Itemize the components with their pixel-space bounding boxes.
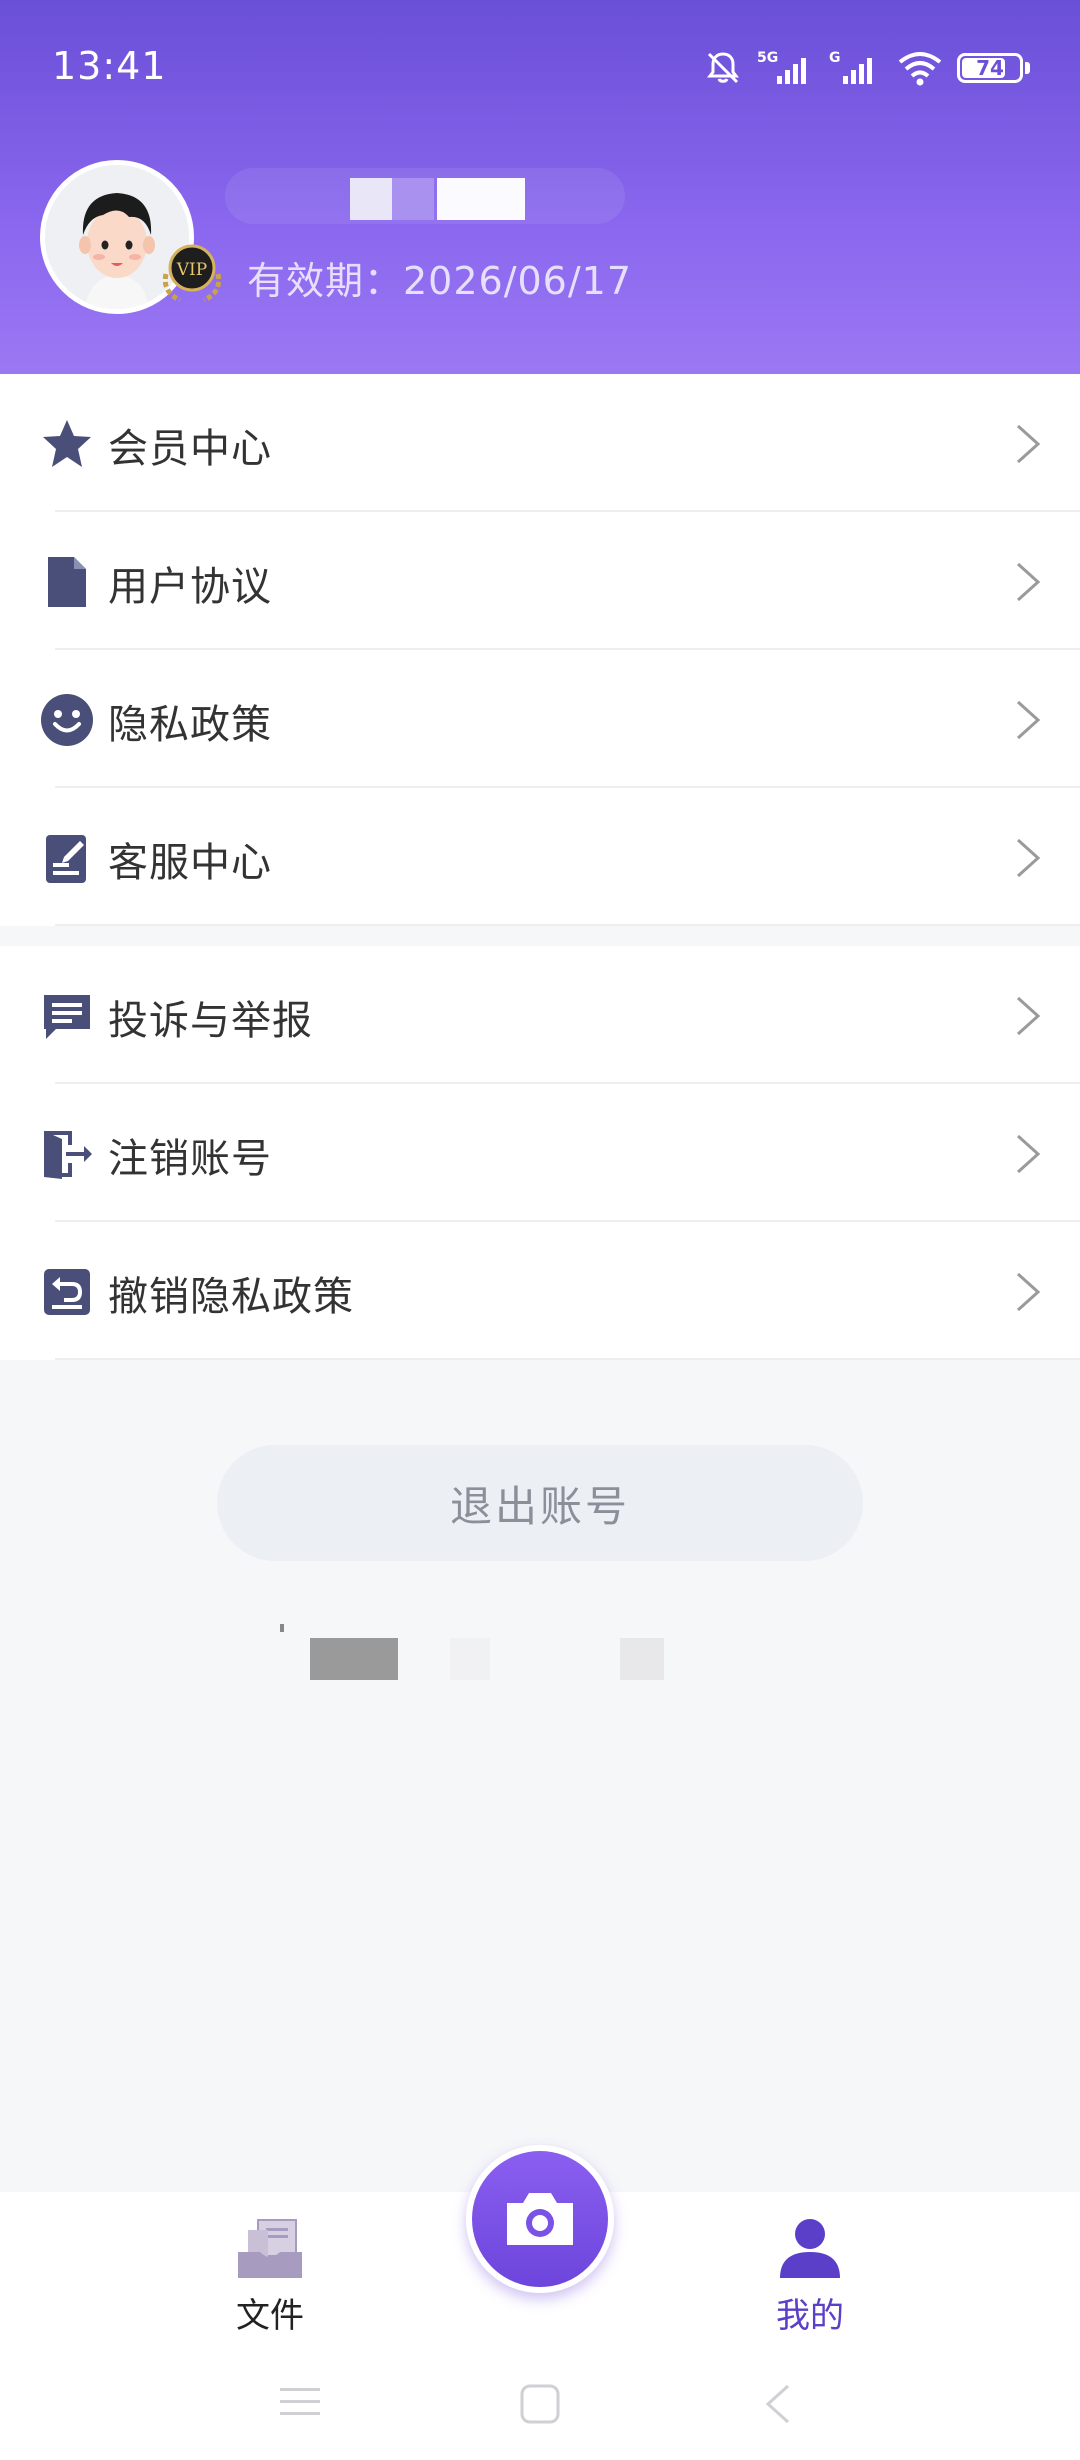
profile-summary[interactable]: VIP 有效期：2026/06/17 xyxy=(40,160,1040,360)
menu-label: 用户协议 xyxy=(108,564,272,610)
chevron-right-icon xyxy=(1016,838,1041,878)
chat-message-icon xyxy=(44,995,90,1039)
edit-note-icon xyxy=(46,835,86,883)
menu-item-revoke-privacy[interactable]: 撤销隐私政策 xyxy=(0,1222,1080,1360)
menu-label: 撤销隐私政策 xyxy=(108,1274,354,1320)
chevron-right-icon xyxy=(1016,1272,1041,1312)
menu-label: 投诉与举报 xyxy=(108,998,313,1044)
chevron-right-icon xyxy=(1016,424,1041,464)
menu-item-member-center[interactable]: 会员中心 xyxy=(0,374,1080,512)
membership-expiry: 有效期：2026/06/17 xyxy=(247,259,633,303)
menu-item-privacy-policy[interactable]: 隐私政策 xyxy=(0,650,1080,788)
tab-mine-label: 我的 xyxy=(776,2296,844,2336)
signal-5g-icon: 5G xyxy=(757,50,806,84)
tab-files[interactable]: 文件 xyxy=(190,2208,350,2336)
smile-icon xyxy=(41,694,93,746)
menu-item-delete-account[interactable]: 注销账号 xyxy=(0,1084,1080,1222)
status-icons: 5G G 74 xyxy=(703,46,1030,90)
svg-text:VIP: VIP xyxy=(176,260,207,280)
menu-group-account: 会员中心 用户协议 隐私政策 客服中心 xyxy=(0,374,1080,926)
menu-item-complaint-report[interactable]: 投诉与举报 xyxy=(0,946,1080,1084)
battery-level: 74 xyxy=(976,56,1004,80)
tab-mine[interactable]: 我的 xyxy=(730,2208,890,2336)
logout-button[interactable]: 退出账号 xyxy=(217,1445,863,1561)
person-icon xyxy=(780,2219,840,2278)
menu-group-settings: 投诉与举报 注销账号 撤销隐私政策 xyxy=(0,946,1080,1360)
system-nav-bar xyxy=(0,2342,1080,2460)
menu-icon[interactable] xyxy=(278,2382,322,2422)
divider xyxy=(55,1358,1080,1360)
menu-label: 客服中心 xyxy=(108,840,272,886)
username-redacted xyxy=(225,168,625,224)
profile-header: 13:41 5G G 74 VIP 有效期：2026/06/17 xyxy=(0,0,1080,374)
vip-crown-icon: VIP xyxy=(162,244,222,303)
chevron-right-icon xyxy=(1016,996,1041,1036)
document-icon xyxy=(48,557,86,607)
menu-label: 注销账号 xyxy=(108,1136,272,1182)
menu-label: 隐私政策 xyxy=(108,702,272,748)
status-time: 13:41 xyxy=(52,44,167,88)
undo-list-icon xyxy=(44,1269,90,1315)
battery-icon: 74 xyxy=(957,53,1023,83)
wifi-icon xyxy=(898,52,942,86)
menu-item-customer-service[interactable]: 客服中心 xyxy=(0,788,1080,926)
camera-icon xyxy=(507,2193,573,2245)
chevron-right-icon xyxy=(1016,562,1041,602)
back-icon[interactable] xyxy=(758,2382,802,2426)
star-icon xyxy=(43,420,91,467)
divider xyxy=(55,924,1080,926)
redacted-footer-text xyxy=(280,1620,680,1680)
tab-files-label: 文件 xyxy=(236,2296,304,2336)
status-bar: 13:41 5G G 74 xyxy=(0,0,1080,135)
home-icon[interactable] xyxy=(518,2382,562,2426)
chevron-right-icon xyxy=(1016,1134,1041,1174)
camera-button[interactable] xyxy=(466,2145,614,2293)
menu-item-user-agreement[interactable]: 用户协议 xyxy=(0,512,1080,650)
menu-label: 会员中心 xyxy=(108,426,272,472)
vip-badge: VIP xyxy=(156,234,228,306)
svg-text:5G: 5G xyxy=(757,50,778,66)
files-icon xyxy=(238,2219,302,2278)
bell-mute-icon xyxy=(707,52,739,84)
chevron-right-icon xyxy=(1016,700,1041,740)
battery-tip xyxy=(1025,62,1030,74)
exit-door-icon xyxy=(44,1131,92,1179)
signal-g-icon: G xyxy=(829,50,872,84)
profile-page: 13:41 5G G 74 VIP 有效期：2026/06/17 会员中心 用户… xyxy=(0,0,1080,2460)
svg-text:G: G xyxy=(829,50,841,66)
